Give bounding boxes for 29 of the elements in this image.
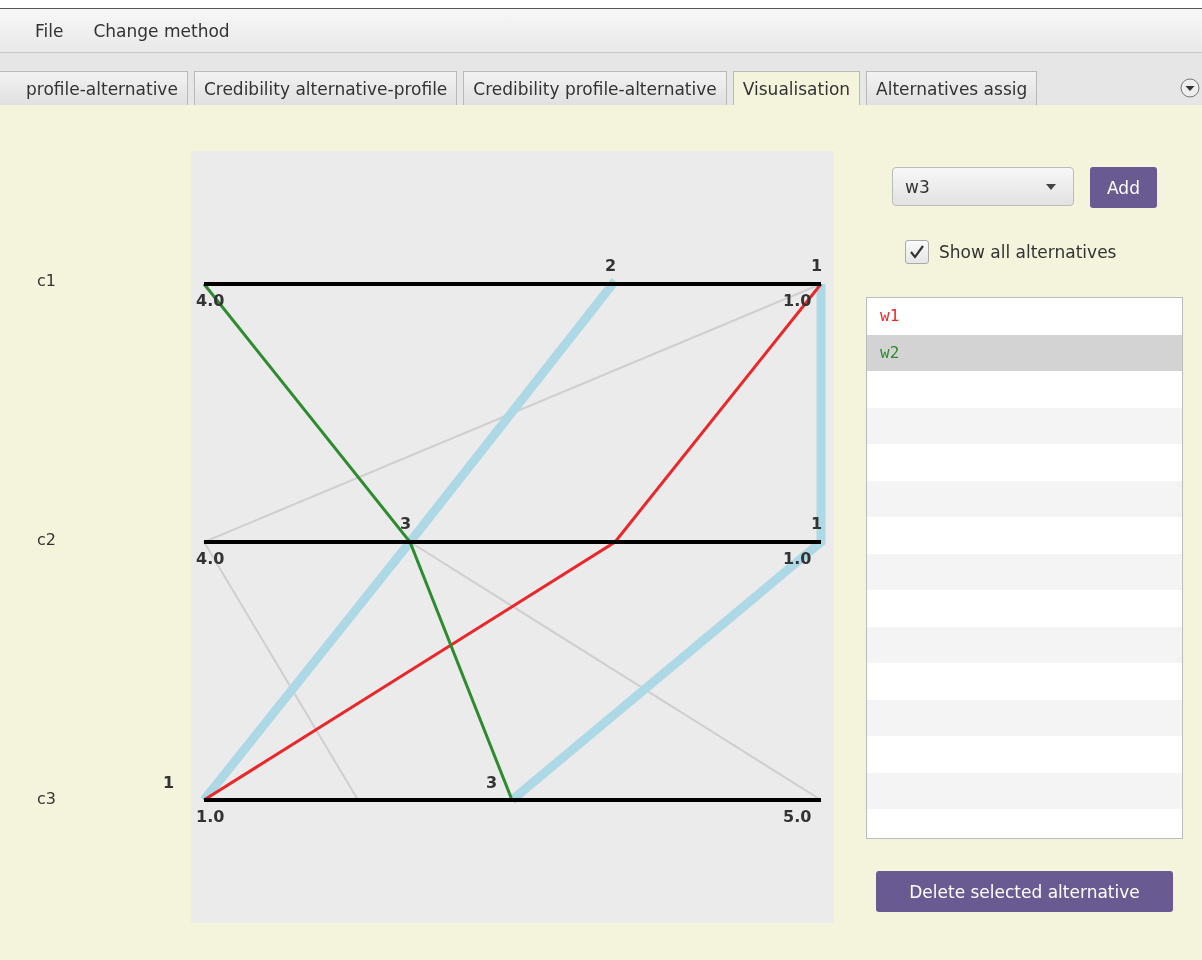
rank-label: 3 [486,773,498,792]
dropdown-icon[interactable] [1180,78,1200,98]
axis-value: 1.0 [783,549,812,568]
rank-label: 1 [811,514,823,533]
menu-item[interactable]: File [35,20,64,41]
delete-button[interactable]: Delete selected alternative [876,871,1173,912]
add-button[interactable]: Add [1090,167,1157,208]
axis-value: 1.0 [196,807,225,826]
list-item[interactable]: w1 [867,298,1182,335]
criterion-label: c3 [37,789,57,809]
alternative-dropdown[interactable]: w3 [892,167,1074,206]
menu-item[interactable]: Change method [93,20,230,41]
checkbox[interactable] [905,240,929,264]
tab[interactable]: Alternatives assig [866,71,1038,105]
tab[interactable]: Credibility alternative-profile [193,71,458,105]
criterion-label: c2 [37,530,57,550]
tab[interactable]: profile-alternative [0,71,188,105]
criterion-label: c1 [37,271,57,291]
rank-label: 1 [811,256,823,275]
tab[interactable]: Visualisation [732,71,861,105]
axis-value: 4.0 [196,549,225,568]
rank-label: 3 [400,514,412,533]
rank-label: 2 [605,256,617,275]
checkbox-label: Show all alternatives [939,242,1117,262]
caret-icon [1045,182,1057,191]
rank-label: 1 [163,773,175,792]
axis-value: 5.0 [783,807,812,826]
tab[interactable]: Credibility profile-alternative [463,71,727,105]
check-icon [908,243,926,261]
